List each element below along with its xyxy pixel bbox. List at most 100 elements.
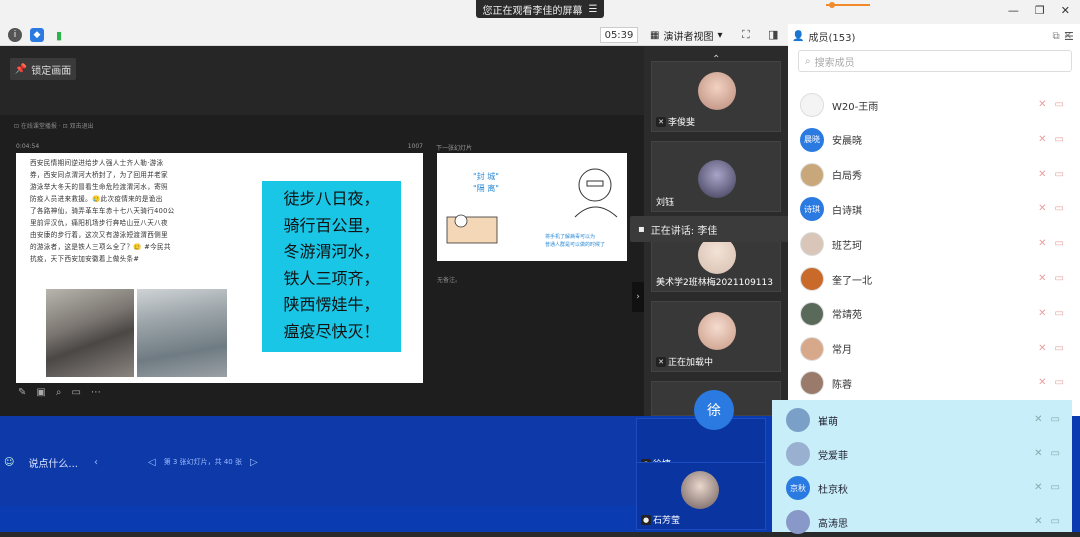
- person-icon: 👤: [792, 30, 805, 42]
- poem-line: 券，西安同点渭河大桥封了，为了回用并老家: [30, 171, 168, 179]
- member-row[interactable]: 奎了一北 ✕ ▭: [800, 264, 1070, 294]
- camera-off-icon[interactable]: ▭: [1055, 169, 1064, 180]
- mic-muted-icon[interactable]: ✕: [1038, 308, 1046, 319]
- mic-muted-icon[interactable]: ✕: [1038, 273, 1046, 284]
- lock-view-button[interactable]: 📌 锁定画面: [10, 58, 76, 80]
- member-row[interactable]: 京秋 杜京秋 ✕ ▭: [786, 473, 1066, 503]
- video-tile[interactable]: ✕ 正在加载中: [651, 301, 781, 372]
- next-slide-icon[interactable]: ▷: [250, 457, 258, 468]
- minimize-button[interactable]: —: [1008, 4, 1019, 17]
- member-row[interactable]: 诗琪 白诗琪 ✕ ▭: [800, 194, 1070, 224]
- chat-input[interactable]: 说点什么...: [28, 455, 78, 470]
- emoji-icon[interactable]: ☺: [4, 457, 14, 468]
- window-handle-icon[interactable]: [826, 2, 870, 8]
- member-controls: ✕ ▭: [1038, 99, 1064, 110]
- member-row[interactable]: 崔萌 ✕ ▭: [786, 405, 1066, 435]
- zoom-icon[interactable]: ⌕: [56, 387, 62, 401]
- camera-off-icon[interactable]: ▭: [1055, 134, 1064, 145]
- camera-off-icon[interactable]: ▭: [1055, 99, 1064, 110]
- mic-muted-icon: ✕: [656, 356, 666, 367]
- tile-name: ✕ 正在加载中: [656, 355, 713, 368]
- chevron-left-icon[interactable]: ‹: [94, 457, 98, 468]
- speaker-notes: 无备注。: [437, 277, 462, 284]
- view-selector[interactable]: ▦ 演讲者视图 ▾: [650, 27, 732, 43]
- member-row[interactable]: 高涛思 ✕ ▭: [786, 507, 1066, 537]
- poem-line: 西安民情期间逆进给步人强人士齐人勒·游泳: [30, 159, 164, 167]
- tile-name-text: 正在加载中: [668, 358, 714, 368]
- mic-muted-icon[interactable]: ✕: [1034, 482, 1042, 493]
- member-row[interactable]: 常靖苑 ✕ ▭: [800, 299, 1070, 329]
- video-tile[interactable]: 刘钰: [651, 141, 781, 212]
- mic-muted-icon[interactable]: ✕: [1038, 134, 1046, 145]
- lock-view-label: 锁定画面: [31, 65, 72, 77]
- tile-name-text: 石芳莹: [653, 516, 681, 526]
- camera-off-icon[interactable]: ▭: [1055, 273, 1064, 284]
- mic-muted-icon[interactable]: ✕: [1038, 377, 1046, 388]
- screen-icon[interactable]: ▭: [71, 387, 80, 401]
- member-name: 崔萌: [818, 416, 838, 428]
- video-tile[interactable]: ✕ 李俊斐: [651, 61, 781, 132]
- shield-icon[interactable]: ◆: [30, 28, 44, 42]
- next-slide-preview[interactable]: "封 城" "隔 离" 将手机了解病毒可以为 普通人群是可以做的时候了: [437, 153, 627, 261]
- member-name: 白诗琪: [832, 205, 862, 217]
- mic-muted-icon: ✕: [656, 116, 666, 127]
- camera-off-icon[interactable]: ▭: [1051, 482, 1060, 493]
- avatar: [786, 442, 810, 466]
- poem-verse: 瘟疫尽快灭！: [283, 321, 380, 341]
- screen-share-banner[interactable]: 您正在观看李佳的屏幕 ☰: [476, 0, 604, 18]
- view-selector-label: 演讲者视图: [663, 31, 714, 43]
- mic-muted-icon[interactable]: ✕: [1034, 516, 1042, 527]
- member-row[interactable]: 常月 ✕ ▭: [800, 334, 1070, 364]
- more-icon[interactable]: ⋯: [91, 387, 101, 401]
- avatar: 晨晓: [800, 127, 824, 152]
- mic-muted-icon[interactable]: ✕: [1038, 99, 1046, 110]
- camera-off-icon[interactable]: ▭: [1055, 203, 1064, 214]
- member-name: 常月: [832, 345, 852, 357]
- camera-off-icon[interactable]: ▭: [1051, 414, 1060, 425]
- info-icon[interactable]: i: [8, 28, 22, 42]
- fullscreen-icon[interactable]: ⛶: [742, 28, 750, 42]
- member-name: 常靖苑: [832, 310, 862, 322]
- mic-muted-icon[interactable]: ✕: [1038, 238, 1046, 249]
- poem-line: 防疫人员进来救援。🥲此次疫情来的是诡出: [30, 195, 163, 203]
- member-row[interactable]: 陈蓉 ✕ ▭: [800, 368, 1070, 398]
- camera-off-icon[interactable]: ▭: [1055, 377, 1064, 388]
- member-row[interactable]: 白局秀 ✕ ▭: [800, 160, 1070, 190]
- member-row[interactable]: 晨晓 安晨晓 ✕ ▭: [800, 125, 1070, 155]
- member-controls: ✕ ▭: [1038, 238, 1064, 249]
- share-banner-text: 您正在观看李佳的屏幕: [482, 5, 583, 17]
- member-row[interactable]: W20-王雨 ✕ ▭: [800, 90, 1070, 120]
- mic-muted-icon[interactable]: ✕: [1038, 169, 1046, 180]
- prev-slide-icon[interactable]: ◁: [148, 457, 156, 468]
- video-tile[interactable]: ● 石芳莹: [636, 462, 766, 530]
- camera-off-icon[interactable]: ▭: [1055, 343, 1064, 354]
- pen-icon[interactable]: ✎: [18, 387, 26, 401]
- close-button[interactable]: ✕: [1061, 4, 1070, 17]
- member-search-input[interactable]: ⌕ 搜索成员: [798, 50, 1072, 72]
- member-controls: ✕ ▭: [1038, 134, 1064, 145]
- member-controls: ✕ ▭: [1034, 516, 1060, 527]
- avatar: [800, 301, 824, 326]
- window-controls: — ❐ ✕: [1008, 4, 1070, 17]
- member-name: 陈蓉: [832, 379, 852, 391]
- avatar: 徐: [694, 390, 734, 430]
- mic-muted-icon[interactable]: ✕: [1034, 414, 1042, 425]
- camera-off-icon[interactable]: ▭: [1055, 238, 1064, 249]
- panel-menu-icon[interactable]: ☰: [1064, 30, 1074, 43]
- member-row[interactable]: 班艺珂 ✕ ▭: [800, 229, 1070, 259]
- member-row[interactable]: 党爱菲 ✕ ▭: [786, 439, 1066, 469]
- sidebar-toggle-icon[interactable]: ◨: [768, 28, 778, 41]
- camera-off-icon[interactable]: ▭: [1055, 308, 1064, 319]
- popout-icon[interactable]: ⧉: [1052, 31, 1059, 42]
- camera-off-icon[interactable]: ▭: [1051, 448, 1060, 459]
- restore-button[interactable]: ❐: [1035, 4, 1045, 17]
- collapse-panel-button[interactable]: ›: [632, 282, 644, 312]
- tile-name: ✕ 李俊斐: [656, 115, 695, 128]
- mic-muted-icon[interactable]: ✕: [1038, 343, 1046, 354]
- mic-muted-icon[interactable]: ✕: [1038, 203, 1046, 214]
- mic-muted-icon[interactable]: ✕: [1034, 448, 1042, 459]
- thumbnail-icon[interactable]: ▣: [36, 387, 45, 401]
- menu-icon[interactable]: ☰: [589, 4, 598, 15]
- camera-off-icon[interactable]: ▭: [1051, 516, 1060, 527]
- signal-icon[interactable]: ▮: [52, 28, 66, 42]
